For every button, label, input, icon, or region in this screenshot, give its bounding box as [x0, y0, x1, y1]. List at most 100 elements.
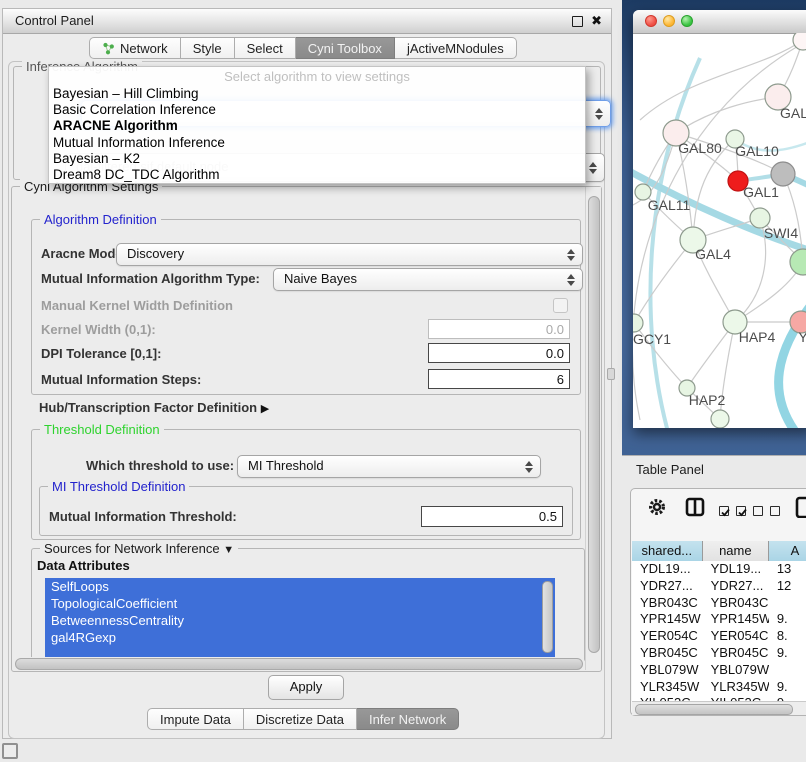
- cyni-algorithm-settings-group: Cyni Algorithm Settings Algorithm Defini…: [11, 186, 602, 672]
- network-window: GALGAL80GAL10GAL1GAL11SWI4GAL4GCY1HAP4YH…: [633, 10, 806, 428]
- which-threshold-combo[interactable]: MI Threshold: [237, 455, 541, 478]
- attribute-item-betweennesscentrality[interactable]: BetweennessCentrality: [45, 612, 555, 629]
- mi-steps-label: Mutual Information Steps:: [41, 372, 201, 387]
- minimized-panel-icon[interactable]: [2, 743, 18, 759]
- table-row[interactable]: YPR145WYPR145W9.: [632, 611, 806, 628]
- sources-expander[interactable]: Sources for Network Inference ▼: [40, 541, 238, 556]
- settings-horizontal-scrollbar[interactable]: [13, 657, 584, 670]
- threshold-definition-label: Threshold Definition: [40, 422, 164, 437]
- bottom-tab-infer-network[interactable]: Infer Network: [357, 708, 459, 730]
- zoom-traffic-light[interactable]: [681, 15, 693, 27]
- attribute-item-topologicalcoefficient[interactable]: TopologicalCoefficient: [45, 595, 555, 612]
- table-row[interactable]: YBR045CYBR045C9.: [632, 645, 806, 662]
- node-label-gcy1: GCY1: [633, 331, 671, 347]
- data-attributes-list[interactable]: SelfLoopsTopologicalCoefficientBetweenne…: [45, 578, 555, 657]
- deselect-all-checks-icon[interactable]: [753, 502, 780, 517]
- table-cell: YBR043C: [632, 595, 703, 612]
- table-cell: YBL079W: [632, 662, 703, 679]
- close-icon[interactable]: ✖: [591, 12, 602, 30]
- sources-group: Sources for Network Inference ▼ Data Att…: [31, 548, 585, 662]
- manual-kernel-label: Manual Kernel Width Definition: [41, 298, 233, 313]
- table-cell: YDL19...: [632, 561, 703, 578]
- popup-item-dream8-dc-tdc-algorithm[interactable]: Dream8 DC_TDC Algorithm: [53, 167, 581, 183]
- node-label-swi4: SWI4: [764, 225, 798, 241]
- combo-stepper-icon: [567, 248, 576, 262]
- combo-stepper-icon: [595, 107, 604, 121]
- dpi-tolerance-label: DPI Tolerance [0,1]:: [41, 346, 161, 361]
- table-cell: YER054C: [632, 628, 703, 645]
- hub-definition-expander[interactable]: Hub/Transcription Factor Definition ▶: [39, 400, 269, 415]
- bottom-tab-discretize-data[interactable]: Discretize Data: [244, 708, 357, 730]
- settings-vertical-scrollbar[interactable]: [585, 187, 601, 670]
- tab-select[interactable]: Select: [235, 37, 296, 59]
- table-row[interactable]: YBR043CYBR043C: [632, 595, 806, 612]
- bottom-tab-impute-data[interactable]: Impute Data: [147, 708, 244, 730]
- data-attributes-label: Data Attributes: [37, 558, 130, 573]
- tab-style[interactable]: Style: [181, 37, 235, 59]
- network-node[interactable]: [711, 410, 729, 428]
- popup-item-aracne-algorithm[interactable]: ARACNE Algorithm: [53, 118, 581, 134]
- control-panel-tabs: Network StyleSelectCyni Toolbox jActiveMNo…: [89, 37, 517, 59]
- sources-label: Sources for Network Inference: [44, 541, 220, 556]
- column-header-a[interactable]: A: [769, 541, 806, 561]
- popup-item-bayesian-k2[interactable]: Bayesian – K2: [53, 151, 581, 167]
- split-pane-handle[interactable]: [607, 368, 615, 380]
- kernel-width-field[interactable]: [428, 319, 570, 339]
- popup-item-basic-correlation-inference[interactable]: Basic Correlation Inference: [53, 102, 581, 118]
- table-row[interactable]: YER054CYER054C8.: [632, 628, 806, 645]
- table-cell: YPR145W: [703, 611, 769, 628]
- table-cell: YBL079W: [703, 662, 769, 679]
- dpi-tolerance-field[interactable]: [428, 343, 570, 363]
- tab-label: jActiveMNodules: [407, 38, 504, 59]
- mi-steps-field[interactable]: [428, 369, 570, 389]
- node-label-gal80: GAL80: [678, 140, 722, 156]
- new-table-icon[interactable]: [795, 496, 806, 518]
- tab-cyni-toolbox[interactable]: Cyni Toolbox: [296, 37, 395, 59]
- aracne-mode-combo[interactable]: Discovery: [116, 243, 583, 266]
- table-cell: YDL19...: [703, 561, 769, 578]
- close-traffic-light[interactable]: [645, 15, 657, 27]
- tab-label: Network: [120, 38, 168, 59]
- table-row[interactable]: YDL19...YDL19...13: [632, 561, 806, 578]
- cyni-bottom-tabs: Impute DataDiscretize DataInfer Network: [147, 708, 459, 730]
- attribute-item-selfloops[interactable]: SelfLoops: [45, 578, 555, 595]
- list-scrollbar[interactable]: [542, 581, 553, 653]
- table-horizontal-scrollbar[interactable]: [632, 701, 806, 715]
- columns-icon[interactable]: [685, 497, 705, 517]
- node-label-gal10: GAL10: [735, 143, 779, 159]
- table-cell: 8.: [769, 628, 806, 645]
- table-cell: 13: [769, 561, 806, 578]
- network-node[interactable]: [790, 249, 806, 275]
- manual-kernel-checkbox[interactable]: [553, 298, 568, 313]
- mi-threshold-field[interactable]: [421, 506, 563, 527]
- table-cell: [769, 662, 806, 679]
- table-row[interactable]: YDR27...YDR27...12: [632, 578, 806, 595]
- network-graph[interactable]: GALGAL80GAL10GAL1GAL11SWI4GAL4GCY1HAP4YH…: [633, 33, 806, 428]
- table-cell: 9.: [769, 679, 806, 696]
- mi-type-combo[interactable]: Naive Bayes: [273, 268, 583, 291]
- network-node[interactable]: [633, 314, 643, 332]
- popup-item-list: Bayesian – Hill ClimbingBasic Correlatio…: [53, 86, 581, 183]
- popup-item-mutual-information-inference[interactable]: Mutual Information Inference: [53, 135, 581, 151]
- tab-jactivemnodules[interactable]: jActiveMNodules: [395, 37, 517, 59]
- column-header-name[interactable]: name: [703, 541, 769, 561]
- algorithm-popup: Select algorithm to view settings Bayesi…: [48, 66, 586, 184]
- table-row[interactable]: YBL079WYBL079W: [632, 662, 806, 679]
- select-all-checks-icon[interactable]: [719, 502, 746, 517]
- float-window-icon[interactable]: [572, 16, 583, 27]
- control-panel-titlebar[interactable]: Control Panel ✖: [3, 9, 611, 34]
- node-label-gal4: GAL4: [695, 246, 731, 262]
- popup-item-bayesian-hill-climbing[interactable]: Bayesian – Hill Climbing: [53, 86, 581, 102]
- gear-icon[interactable]: [647, 497, 667, 517]
- minimize-traffic-light[interactable]: [663, 15, 675, 27]
- table-row[interactable]: YLR345WYLR345W9.: [632, 679, 806, 696]
- algorithm-definition-label: Algorithm Definition: [40, 212, 161, 227]
- attribute-item-gal4rgexp[interactable]: gal4RGexp: [45, 629, 555, 646]
- column-header-shared[interactable]: shared...: [632, 541, 703, 561]
- which-threshold-label: Which threshold to use:: [86, 458, 234, 473]
- network-node[interactable]: [771, 162, 795, 186]
- apply-button[interactable]: Apply: [268, 675, 344, 700]
- network-window-titlebar[interactable]: [633, 10, 806, 34]
- table-panel-title: Table Panel: [636, 462, 704, 477]
- tab-network[interactable]: Network: [89, 37, 181, 59]
